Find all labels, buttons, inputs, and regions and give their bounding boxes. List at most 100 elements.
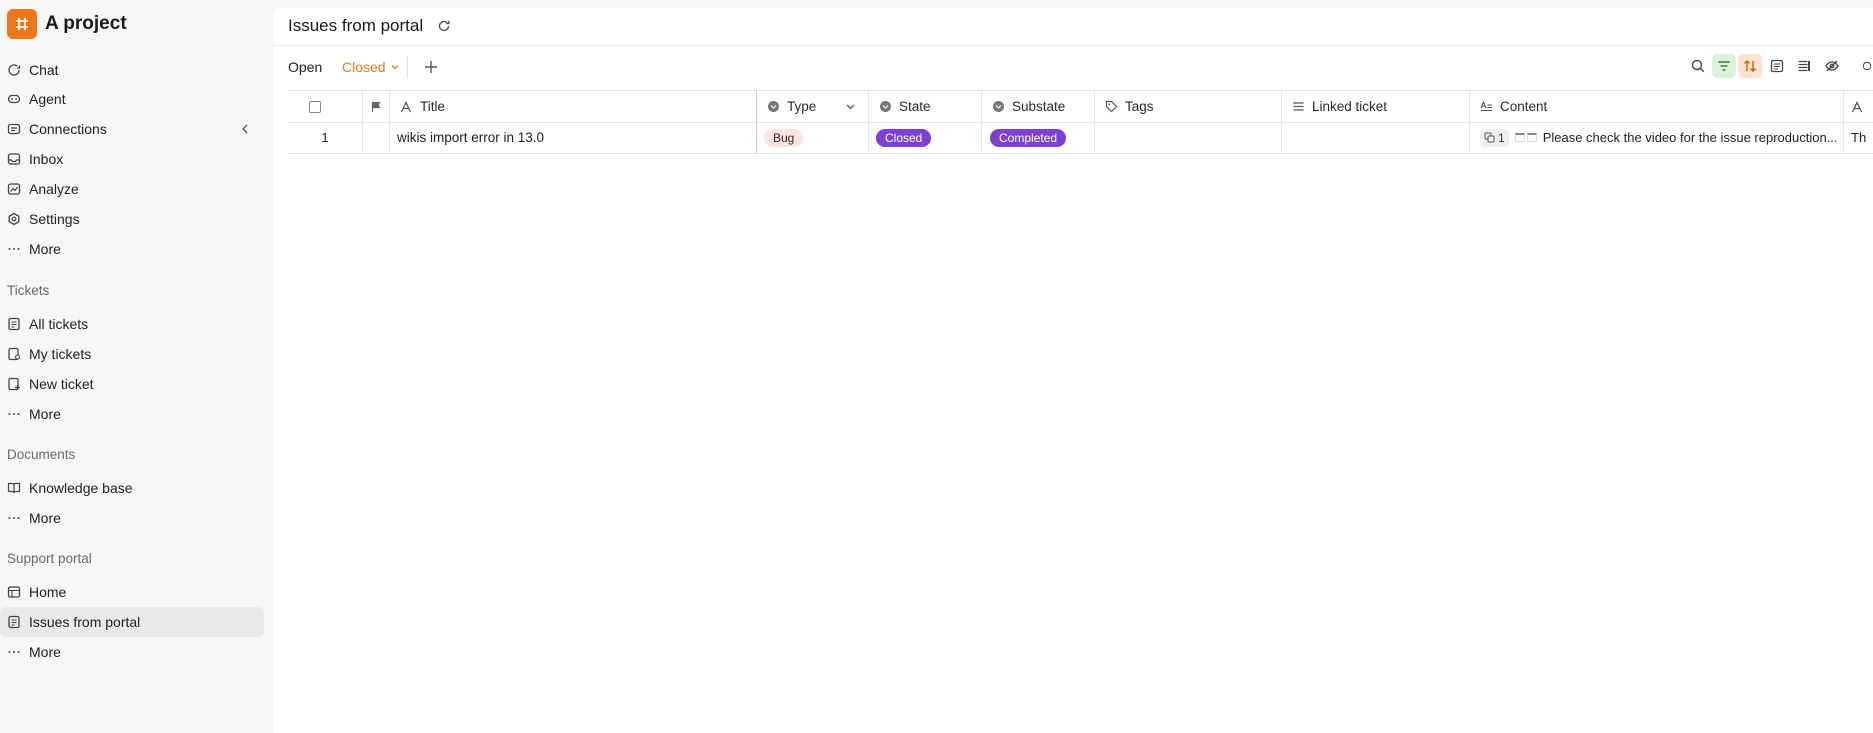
sidebar-item-new-ticket[interactable]: New ticket: [0, 369, 264, 399]
column-header-label: Tags: [1125, 99, 1154, 114]
more-options-button[interactable]: [1861, 54, 1873, 78]
sidebar-item-connections[interactable]: Connections: [0, 114, 264, 144]
cell-content[interactable]: 1 Please check the video for the issue r…: [1470, 122, 1844, 153]
filter-icon: [1718, 61, 1730, 71]
tab-closed[interactable]: Closed: [342, 52, 400, 82]
project-logo-icon: [7, 9, 37, 39]
tab-label: Open: [288, 59, 323, 75]
column-header-tags[interactable]: Tags: [1095, 91, 1282, 122]
cell-linked-ticket[interactable]: [1282, 122, 1470, 153]
columns-button[interactable]: [1792, 54, 1816, 78]
column-header-content[interactable]: Content: [1470, 91, 1844, 122]
column-header-title[interactable]: Title: [390, 91, 757, 122]
state-badge: Closed: [876, 128, 932, 147]
type-badge: Bug: [764, 128, 804, 147]
sidebar-item-inbox[interactable]: Inbox: [0, 144, 264, 174]
filter-button[interactable]: [1712, 54, 1736, 78]
hide-fields-button[interactable]: [1820, 54, 1844, 78]
sidebar-item-home[interactable]: Home: [0, 577, 264, 607]
sidebar-item-chat[interactable]: Chat: [0, 55, 264, 85]
sidebar-item-all-tickets[interactable]: All tickets: [0, 309, 264, 339]
attachment-count: 1: [1498, 130, 1505, 145]
sidebar-item-more[interactable]: More: [0, 234, 264, 264]
project-header[interactable]: A project: [7, 9, 127, 39]
substate-badge: Completed: [990, 128, 1067, 147]
inbox-icon: [7, 152, 21, 166]
column-header-state[interactable]: State: [869, 91, 982, 122]
column-header-label: Title: [420, 99, 446, 114]
sidebar-item-label: New ticket: [29, 376, 94, 392]
column-header-label: Type: [787, 99, 817, 114]
link-list-icon: [1291, 100, 1305, 114]
sidebar-item-label: Connections: [29, 121, 107, 137]
attachment-icon: [1484, 132, 1495, 143]
cell-type[interactable]: Bug: [757, 122, 869, 153]
column-header-substate[interactable]: Substate: [982, 91, 1095, 122]
text-icon: [399, 100, 413, 114]
cell-substate[interactable]: Completed: [982, 122, 1095, 153]
refresh-icon[interactable]: [436, 18, 452, 34]
more-options-icon: [1862, 61, 1872, 71]
sidebar-item-documents-more[interactable]: More: [0, 503, 264, 533]
more-icon: [7, 511, 21, 525]
chevron-left-icon[interactable]: [238, 122, 252, 136]
column-header-linked-ticket[interactable]: Linked ticket: [1282, 91, 1470, 122]
more-icon: [7, 242, 21, 256]
flag-column-header[interactable]: [363, 91, 390, 122]
sidebar-item-settings[interactable]: Settings: [0, 204, 264, 234]
new-ticket-icon: [7, 377, 21, 391]
row-height-button[interactable]: [1765, 54, 1789, 78]
sidebar-item-issues-from-portal[interactable]: Issues from portal: [0, 607, 264, 637]
column-header-next[interactable]: [1844, 91, 1873, 122]
chat-icon: [7, 63, 21, 77]
chevron-down-icon[interactable]: [845, 101, 856, 112]
more-icon: [7, 645, 21, 659]
tickets-list-icon: [7, 317, 21, 331]
sidebar-item-label: More: [29, 406, 61, 422]
sidebar-item-label: More: [29, 241, 61, 257]
sort-button[interactable]: [1738, 54, 1762, 78]
table-row[interactable]: 1 wikis import error in 13.0 Bug Closed …: [288, 122, 1873, 154]
chevron-down-icon: [391, 65, 399, 70]
select-all-cell: [288, 91, 363, 122]
cell-tags[interactable]: [1095, 122, 1282, 153]
cell-state[interactable]: Closed: [869, 122, 982, 153]
sidebar-item-portal-more[interactable]: More: [0, 637, 264, 667]
sidebar-item-label: Analyze: [29, 181, 79, 197]
tab-open[interactable]: Open: [288, 52, 322, 82]
content-preview: Please check the video for the issue rep…: [1542, 130, 1838, 145]
more-icon: [7, 407, 21, 421]
row-flag-cell[interactable]: [363, 122, 390, 153]
select-all-checkbox[interactable]: [309, 100, 321, 113]
cell-title[interactable]: wikis import error in 13.0: [390, 122, 757, 153]
sidebar-item-label: All tickets: [29, 316, 89, 332]
select-icon: [878, 100, 892, 114]
sidebar-item-my-tickets[interactable]: My tickets: [0, 339, 264, 369]
settings-icon: [7, 212, 21, 226]
text-icon: [1850, 100, 1864, 114]
section-title-tickets: Tickets: [7, 283, 50, 298]
sidebar-item-label: Inbox: [29, 151, 64, 167]
eye-off-icon: [1825, 60, 1839, 72]
column-header-label: State: [899, 99, 931, 114]
sidebar-item-label: More: [29, 644, 61, 660]
search-button[interactable]: [1686, 54, 1710, 78]
tab-label: Closed: [342, 59, 386, 75]
row-layout-icon: [1770, 59, 1784, 73]
search-icon: [1691, 59, 1705, 73]
sidebar-item-tickets-more[interactable]: More: [0, 399, 264, 429]
add-view-button[interactable]: [422, 58, 440, 76]
sidebar-item-agent[interactable]: Agent: [0, 84, 264, 114]
home-icon: [7, 585, 21, 599]
title-text: wikis import error in 13.0: [397, 130, 545, 145]
row-number: 1: [288, 122, 363, 153]
sidebar-item-analyze[interactable]: Analyze: [0, 174, 264, 204]
sidebar-item-knowledge-base[interactable]: Knowledge base: [0, 473, 264, 503]
section-title-support-portal: Support portal: [7, 551, 92, 566]
attachment-count-badge[interactable]: 1: [1480, 128, 1509, 147]
video-thumbnail-icon: [1526, 133, 1537, 142]
sidebar: A project Chat Agent Connections Inbox A…: [0, 0, 272, 733]
column-header-type[interactable]: Type: [757, 91, 869, 122]
cell-next-column[interactable]: Th: [1844, 122, 1873, 153]
my-tickets-icon: [7, 347, 21, 361]
